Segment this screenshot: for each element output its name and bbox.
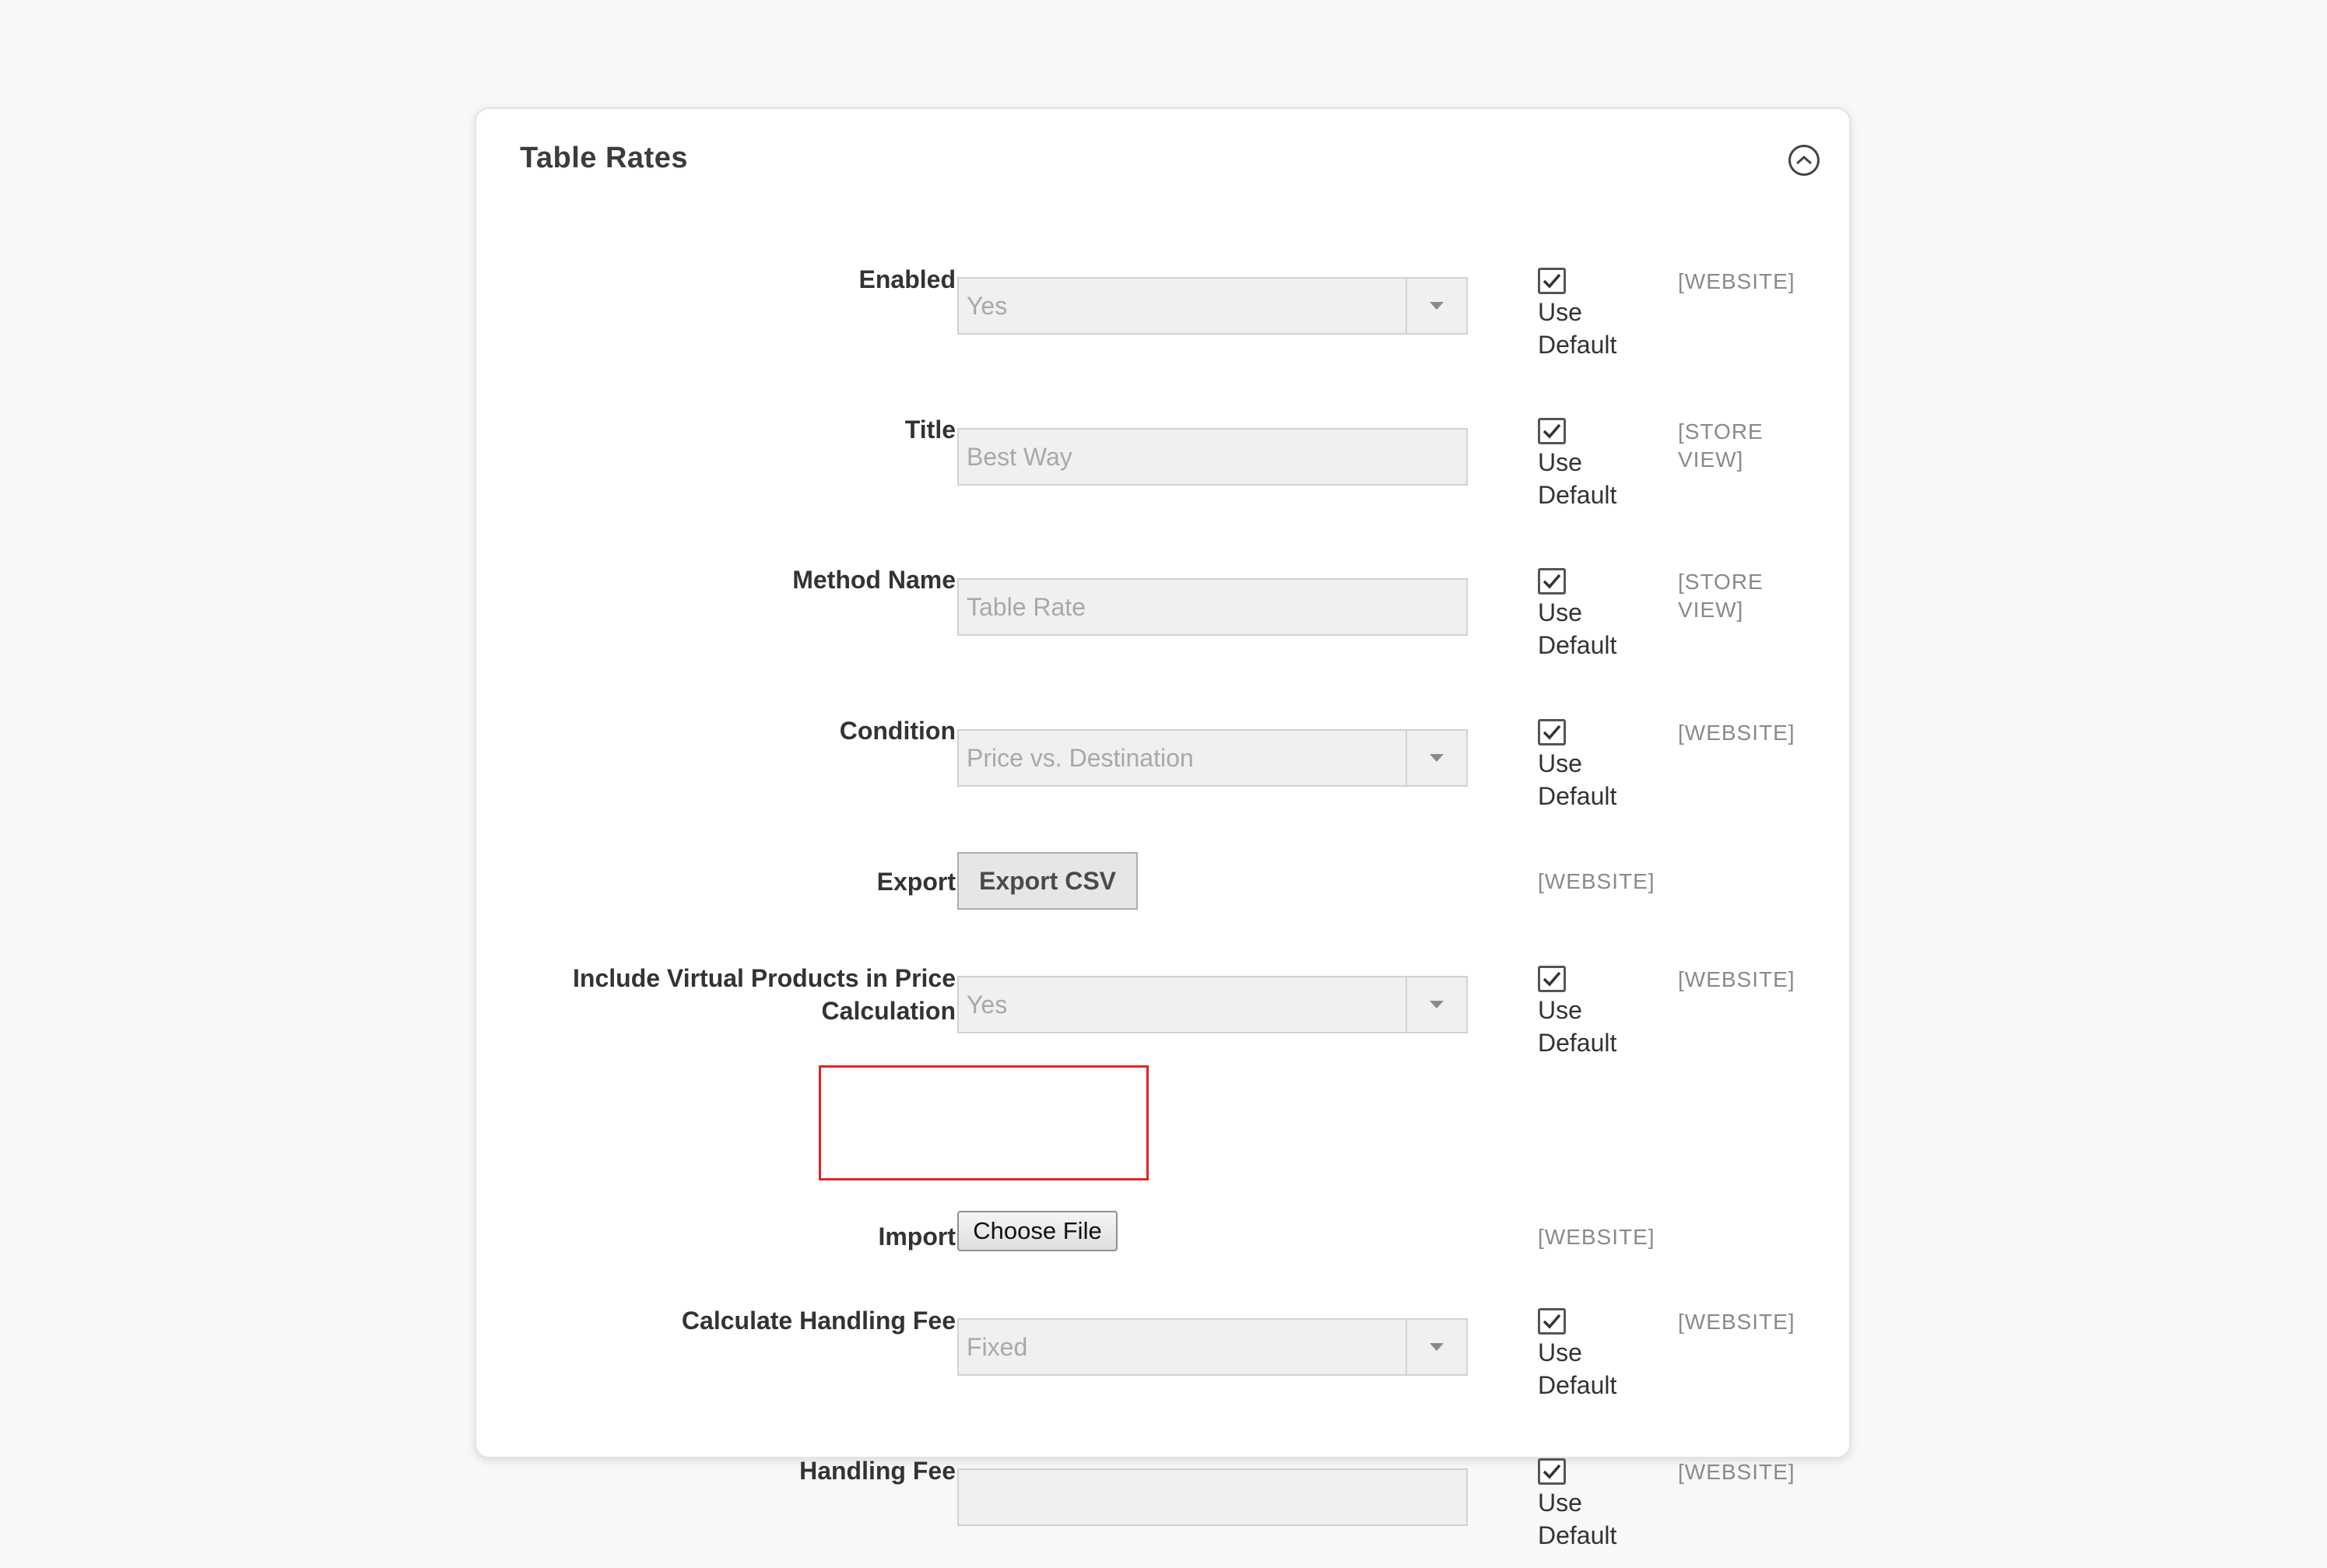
enabled-use-default[interactable]: Use Default <box>1538 268 1647 361</box>
include-virtual-use-default-checkbox[interactable] <box>1538 966 1566 992</box>
dropdown-arrow-icon[interactable] <box>1406 731 1466 785</box>
scope-label: [WEBSITE] <box>1678 1310 1795 1334</box>
export-csv-button[interactable]: Export CSV <box>957 852 1138 910</box>
dropdown-arrow-icon[interactable] <box>1406 1320 1466 1374</box>
title-use-default-checkbox[interactable] <box>1538 418 1566 444</box>
scope-label: [STORE VIEW] <box>1678 570 1764 622</box>
scope-label: [WEBSITE] <box>1678 967 1795 991</box>
include-virtual-use-default[interactable]: Use Default <box>1538 966 1647 1059</box>
use-default-label: Use Default <box>1538 598 1617 659</box>
include-virtual-select[interactable]: Yes <box>957 976 1468 1033</box>
handling-fee-calc-label: Calculate Handling Fee <box>681 1307 956 1335</box>
method-name-use-default[interactable]: Use Default <box>1538 568 1647 661</box>
use-default-label: Use Default <box>1538 749 1617 810</box>
use-default-label: Use Default <box>1538 1489 1617 1549</box>
use-default-label: Use Default <box>1538 996 1617 1057</box>
method-name-use-default-checkbox[interactable] <box>1538 568 1566 595</box>
condition-label: Condition <box>839 717 956 745</box>
scope-label: [WEBSITE] <box>1678 721 1795 745</box>
condition-use-default[interactable]: Use Default <box>1538 719 1647 812</box>
handling-fee-calc-value: Fixed <box>967 1332 1028 1361</box>
handling-fee-calc-select[interactable]: Fixed <box>957 1318 1468 1376</box>
dropdown-arrow-icon[interactable] <box>1406 977 1466 1032</box>
import-highlight-box <box>819 1065 1149 1180</box>
title-label: Title <box>904 416 956 444</box>
handling-fee-calc-use-default[interactable]: Use Default <box>1538 1308 1647 1401</box>
method-name-label: Method Name <box>792 566 956 594</box>
condition-select[interactable]: Price vs. Destination <box>957 729 1468 787</box>
title-input[interactable]: Best Way <box>957 428 1468 486</box>
scope-label: [WEBSITE] <box>1538 1225 1655 1249</box>
enabled-use-default-checkbox[interactable] <box>1538 268 1566 294</box>
include-virtual-value: Yes <box>967 990 1008 1019</box>
condition-value: Price vs. Destination <box>967 743 1194 772</box>
table-rates-panel: Table Rates Enabled Yes Use Default [WEB… <box>475 107 1851 1549</box>
handling-fee-use-default-checkbox[interactable] <box>1538 1458 1566 1485</box>
title-value: Best Way <box>967 442 1072 471</box>
method-name-input[interactable]: Table Rate <box>957 578 1468 636</box>
scope-label: [WEBSITE] <box>1678 1460 1795 1484</box>
use-default-label: Use Default <box>1538 298 1617 359</box>
enabled-label: Enabled <box>858 265 956 293</box>
dropdown-arrow-icon[interactable] <box>1406 279 1466 333</box>
enabled-select[interactable]: Yes <box>957 277 1468 335</box>
scope-label: [STORE VIEW] <box>1678 419 1764 472</box>
condition-use-default-checkbox[interactable] <box>1538 719 1566 745</box>
handling-fee-label: Handling Fee <box>799 1457 956 1485</box>
use-default-label: Use Default <box>1538 448 1617 509</box>
method-name-value: Table Rate <box>967 592 1086 621</box>
collapse-icon[interactable] <box>1788 145 1820 176</box>
handling-fee-input[interactable] <box>957 1468 1468 1526</box>
include-virtual-label: Include Virtual Products in Price Calcul… <box>573 964 956 1025</box>
enabled-value: Yes <box>967 291 1008 320</box>
handling-fee-use-default[interactable]: Use Default <box>1538 1458 1647 1552</box>
panel-title: Table Rates <box>520 142 688 174</box>
export-label: Export <box>876 868 956 896</box>
scope-label: [WEBSITE] <box>1538 869 1655 893</box>
import-label: Import <box>878 1222 956 1251</box>
handling-fee-calc-use-default-checkbox[interactable] <box>1538 1308 1566 1335</box>
use-default-label: Use Default <box>1538 1338 1617 1399</box>
scope-label: [WEBSITE] <box>1678 269 1795 293</box>
title-use-default[interactable]: Use Default <box>1538 418 1647 511</box>
choose-file-button[interactable]: Choose File <box>957 1211 1118 1251</box>
